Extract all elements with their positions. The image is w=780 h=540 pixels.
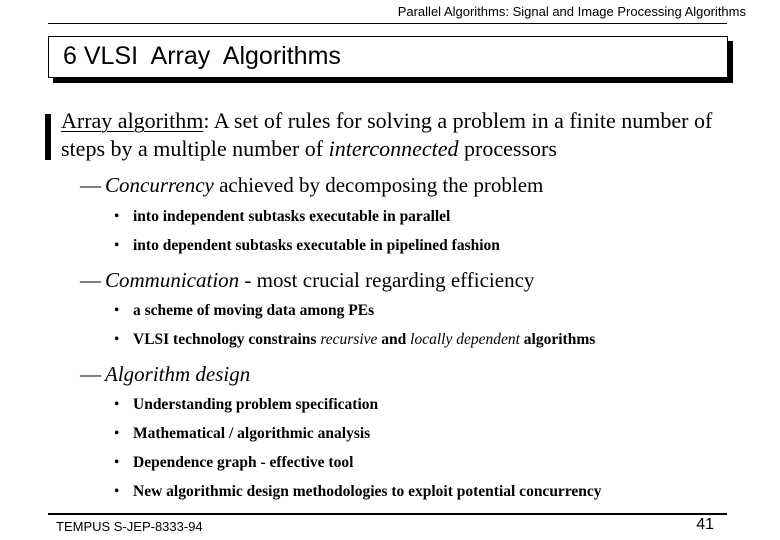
slide-title: 6 VLSI Array Algorithms xyxy=(63,42,341,70)
section-concurrency: — Concurrency achieved by decomposing the… xyxy=(80,173,543,198)
list-item: • Dependence graph - effective tool xyxy=(114,454,353,472)
bullet-icon: • xyxy=(114,396,120,413)
list-item-text: algorithms xyxy=(519,331,596,348)
list-item-text: Understanding problem specification xyxy=(133,396,379,413)
section-lead: Communication xyxy=(105,268,240,292)
footer-project-code: TEMPUS S-JEP-8333-94 xyxy=(56,519,203,534)
definition-marker-bar xyxy=(45,114,51,160)
bullet-icon: • xyxy=(114,425,120,442)
definition-term: Array algorithm xyxy=(61,108,204,133)
section-text: - most crucial regarding efficiency xyxy=(239,268,535,292)
footer-divider xyxy=(48,513,727,515)
list-item-text: New algorithmic design methodologies to … xyxy=(133,483,602,500)
section-lead: Concurrency xyxy=(105,173,214,197)
list-item: • a scheme of moving data among PEs xyxy=(114,302,374,320)
bullet-icon: • xyxy=(114,331,120,348)
page-number: 41 xyxy=(696,516,714,533)
list-item-text: a scheme of moving data among PEs xyxy=(133,302,375,319)
list-item-emphasis: locally dependent xyxy=(410,331,520,348)
list-item: • New algorithmic design methodologies to… xyxy=(114,483,602,501)
bullet-icon: • xyxy=(114,302,120,319)
list-item-text: into dependent subtasks executable in pi… xyxy=(133,237,500,254)
list-item: • into dependent subtasks executable in p… xyxy=(114,237,500,255)
bullet-icon: • xyxy=(114,483,120,500)
list-item-text: Mathematical / algorithmic analysis xyxy=(133,425,371,442)
header-divider xyxy=(48,23,727,24)
definition-paragraph: Array algorithm: A set of rules for solv… xyxy=(61,107,761,163)
definition-text-end: processors xyxy=(458,136,557,161)
list-item-text: Dependence graph - effective tool xyxy=(133,454,354,471)
list-item-text: and xyxy=(377,331,411,348)
bullet-icon: • xyxy=(114,237,120,254)
section-lead: Algorithm design xyxy=(105,362,251,386)
list-item-text: VLSI technology constrains xyxy=(133,331,321,348)
bullet-icon: • xyxy=(114,208,120,225)
list-item-text: into independent subtasks executable in … xyxy=(133,208,451,225)
definition-emphasis: interconnected xyxy=(328,136,459,161)
list-item: • Mathematical / algorithmic analysis xyxy=(114,425,370,443)
running-header: Parallel Algorithms: Signal and Image Pr… xyxy=(397,4,746,19)
em-dash: — xyxy=(80,268,101,292)
list-item: • VLSI technology constrains recursive an… xyxy=(114,331,595,349)
title-box: 6 VLSI Array Algorithms xyxy=(48,36,728,78)
list-item: • Understanding problem specification xyxy=(114,396,378,414)
section-algorithm-design: — Algorithm design xyxy=(80,362,250,387)
list-item: • into independent subtasks executable in… xyxy=(114,208,450,226)
em-dash: — xyxy=(80,173,101,197)
list-item-emphasis: recursive xyxy=(320,331,378,348)
bullet-icon: • xyxy=(114,454,120,471)
section-communication: — Communication - most crucial regarding … xyxy=(80,268,534,293)
em-dash: — xyxy=(80,362,101,386)
section-text: achieved by decomposing the problem xyxy=(213,173,544,197)
